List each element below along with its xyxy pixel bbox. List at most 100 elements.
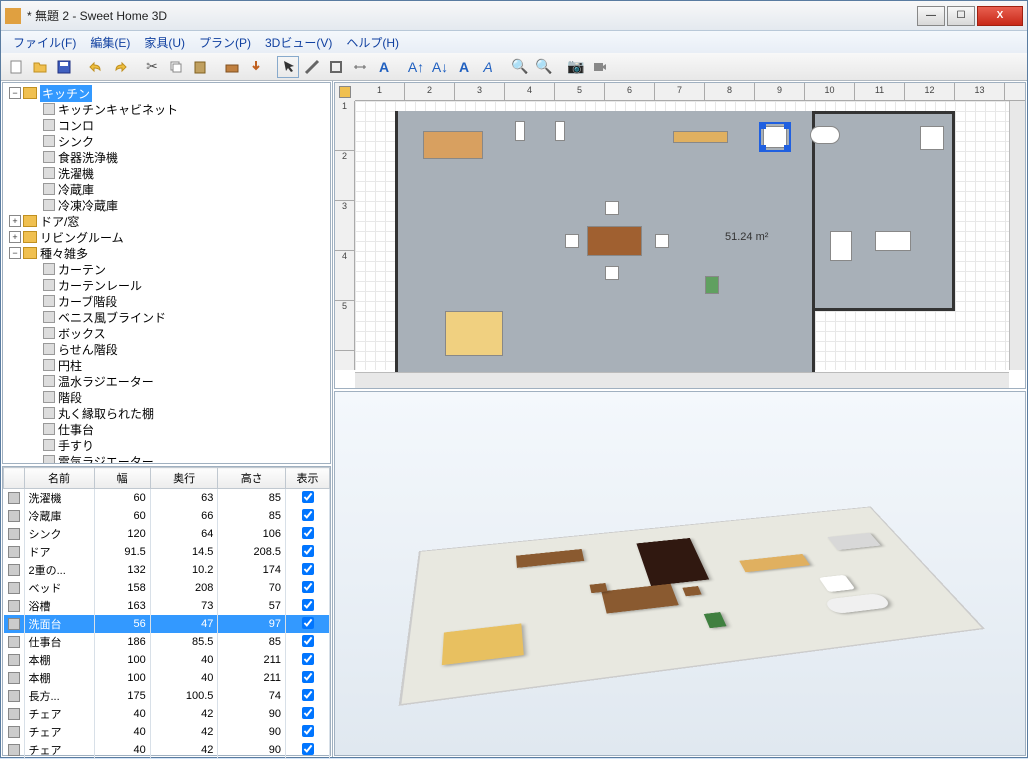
table-row[interactable]: チェア404290 (4, 741, 330, 759)
menu-furniture[interactable]: 家具(U) (138, 32, 191, 53)
furniture-catalog-tree[interactable]: −キッチンキッチンキャビネットコンロシンク食器洗浄機洗濯機冷蔵庫冷凍冷蔵庫+ドア… (2, 82, 331, 464)
plan-item-bed[interactable] (445, 311, 503, 356)
plan-item-dining-table[interactable] (587, 226, 642, 256)
table-row[interactable]: シンク12064106 (4, 525, 330, 543)
undo-icon[interactable] (85, 56, 107, 78)
text-tool-icon[interactable]: A (373, 56, 395, 78)
close-button[interactable]: X (977, 6, 1023, 26)
table-row[interactable]: 長方...175100.574 (4, 687, 330, 705)
table-row[interactable]: 洗面台564797 (4, 615, 330, 633)
tree-item[interactable]: 階段 (5, 389, 328, 405)
tree-item[interactable]: シンク (5, 133, 328, 149)
wall-tool-icon[interactable] (301, 56, 323, 78)
view-3d[interactable] (334, 391, 1026, 756)
table-row[interactable]: 本棚10040211 (4, 651, 330, 669)
video-icon[interactable] (589, 56, 611, 78)
redo-icon[interactable] (109, 56, 131, 78)
plan-grid[interactable]: 51.24 m² (355, 101, 1009, 370)
table-row[interactable]: チェア404290 (4, 723, 330, 741)
visible-checkbox[interactable] (302, 491, 314, 503)
add-furniture-icon[interactable] (221, 56, 243, 78)
plan-item-chair-4[interactable] (655, 234, 669, 248)
tree-item[interactable]: カーテンレール (5, 277, 328, 293)
table-row[interactable]: ドア91.514.5208.5 (4, 543, 330, 561)
menu-help[interactable]: ヘルプ(H) (340, 32, 405, 53)
obj3d-bed[interactable] (442, 623, 524, 665)
tree-item[interactable]: 冷凍冷蔵庫 (5, 197, 328, 213)
import-icon[interactable] (245, 56, 267, 78)
plan-item-chair-1[interactable] (605, 201, 619, 215)
tree-item[interactable]: 冷蔵庫 (5, 181, 328, 197)
visible-checkbox[interactable] (302, 707, 314, 719)
visible-checkbox[interactable] (302, 599, 314, 611)
plan-item-plant[interactable] (705, 276, 719, 294)
plan-item-sink-selected[interactable] (763, 126, 787, 148)
table-row[interactable]: チェア404290 (4, 705, 330, 723)
plan-item-washer[interactable] (920, 126, 944, 150)
save-icon[interactable] (53, 56, 75, 78)
text-bold-icon[interactable]: A (453, 56, 475, 78)
tree-item[interactable]: キッチンキャビネット (5, 101, 328, 117)
visible-checkbox[interactable] (302, 563, 314, 575)
obj3d-workbench[interactable] (516, 549, 584, 568)
tree-item[interactable]: ベニス風ブラインド (5, 309, 328, 325)
paste-icon[interactable] (189, 56, 211, 78)
visible-checkbox[interactable] (302, 635, 314, 647)
tree-item[interactable]: 温水ラジエーター (5, 373, 328, 389)
table-row[interactable]: 2重の...13210.2174 (4, 561, 330, 579)
obj3d-chair[interactable] (682, 586, 701, 596)
plan-item-chair-2[interactable] (605, 266, 619, 280)
plan-2d-view[interactable]: 12345678910111213 12345 51.24 m² (334, 82, 1026, 389)
obj3d-bookshelf[interactable] (636, 538, 709, 586)
plan-item-bookshelf-1[interactable] (515, 121, 525, 141)
menu-file[interactable]: ファイル(F) (7, 32, 82, 53)
tree-item[interactable]: ボックス (5, 325, 328, 341)
visible-checkbox[interactable] (302, 617, 314, 629)
maximize-button[interactable]: ☐ (947, 6, 975, 26)
text-size-down-icon[interactable]: A↓ (429, 56, 451, 78)
tree-item[interactable]: カーテン (5, 261, 328, 277)
furniture-list-table[interactable]: 名前 幅 奥行 高さ 表示 洗濯機606385冷蔵庫606685シンク12064… (2, 466, 331, 756)
plan-item-fridge[interactable] (830, 231, 852, 261)
table-row[interactable]: 浴槽1637357 (4, 597, 330, 615)
obj3d-bathtub[interactable] (823, 592, 892, 613)
visible-checkbox[interactable] (302, 527, 314, 539)
tree-category[interactable]: +ドア/窓 (5, 213, 328, 229)
visible-checkbox[interactable] (302, 743, 314, 755)
col-depth[interactable]: 奥行 (150, 468, 218, 489)
tree-item[interactable]: らせん階段 (5, 341, 328, 357)
text-italic-icon[interactable]: A (477, 56, 499, 78)
photo-icon[interactable]: 📷 (565, 56, 587, 78)
tree-item[interactable]: カーブ階段 (5, 293, 328, 309)
plan-scrollbar-h[interactable] (355, 372, 1009, 388)
tree-item[interactable]: 手すり (5, 437, 328, 453)
minimize-button[interactable]: — (917, 6, 945, 26)
plan-item-chair-3[interactable] (565, 234, 579, 248)
tree-item[interactable]: 洗濯機 (5, 165, 328, 181)
table-row[interactable]: 本棚10040211 (4, 669, 330, 687)
obj3d-sink[interactable] (819, 574, 856, 591)
obj3d-chair[interactable] (590, 583, 608, 593)
tree-item[interactable]: コンロ (5, 117, 328, 133)
cut-icon[interactable]: ✂ (141, 56, 163, 78)
copy-icon[interactable] (165, 56, 187, 78)
tree-item[interactable]: 電気ラジエーター (5, 453, 328, 464)
menu-plan[interactable]: プラン(P) (193, 32, 257, 53)
visible-checkbox[interactable] (302, 653, 314, 665)
obj3d-counter[interactable] (828, 532, 881, 549)
zoom-out-icon[interactable]: 🔍 (533, 56, 555, 78)
plan-item-sink-kitchen[interactable] (875, 231, 911, 251)
visible-checkbox[interactable] (302, 581, 314, 593)
open-icon[interactable] (29, 56, 51, 78)
menu-edit[interactable]: 編集(E) (84, 32, 136, 53)
plan-origin-icon[interactable] (335, 83, 355, 101)
obj3d-dining-table[interactable] (601, 583, 678, 613)
select-tool-icon[interactable] (277, 56, 299, 78)
obj3d-plant[interactable] (704, 612, 727, 628)
new-icon[interactable] (5, 56, 27, 78)
table-row[interactable]: 仕事台18685.585 (4, 633, 330, 651)
tree-item[interactable]: 丸く縁取られた棚 (5, 405, 328, 421)
obj3d-table[interactable] (739, 553, 810, 571)
text-size-up-icon[interactable]: A↑ (405, 56, 427, 78)
plan-item-bookshelf-2[interactable] (555, 121, 565, 141)
